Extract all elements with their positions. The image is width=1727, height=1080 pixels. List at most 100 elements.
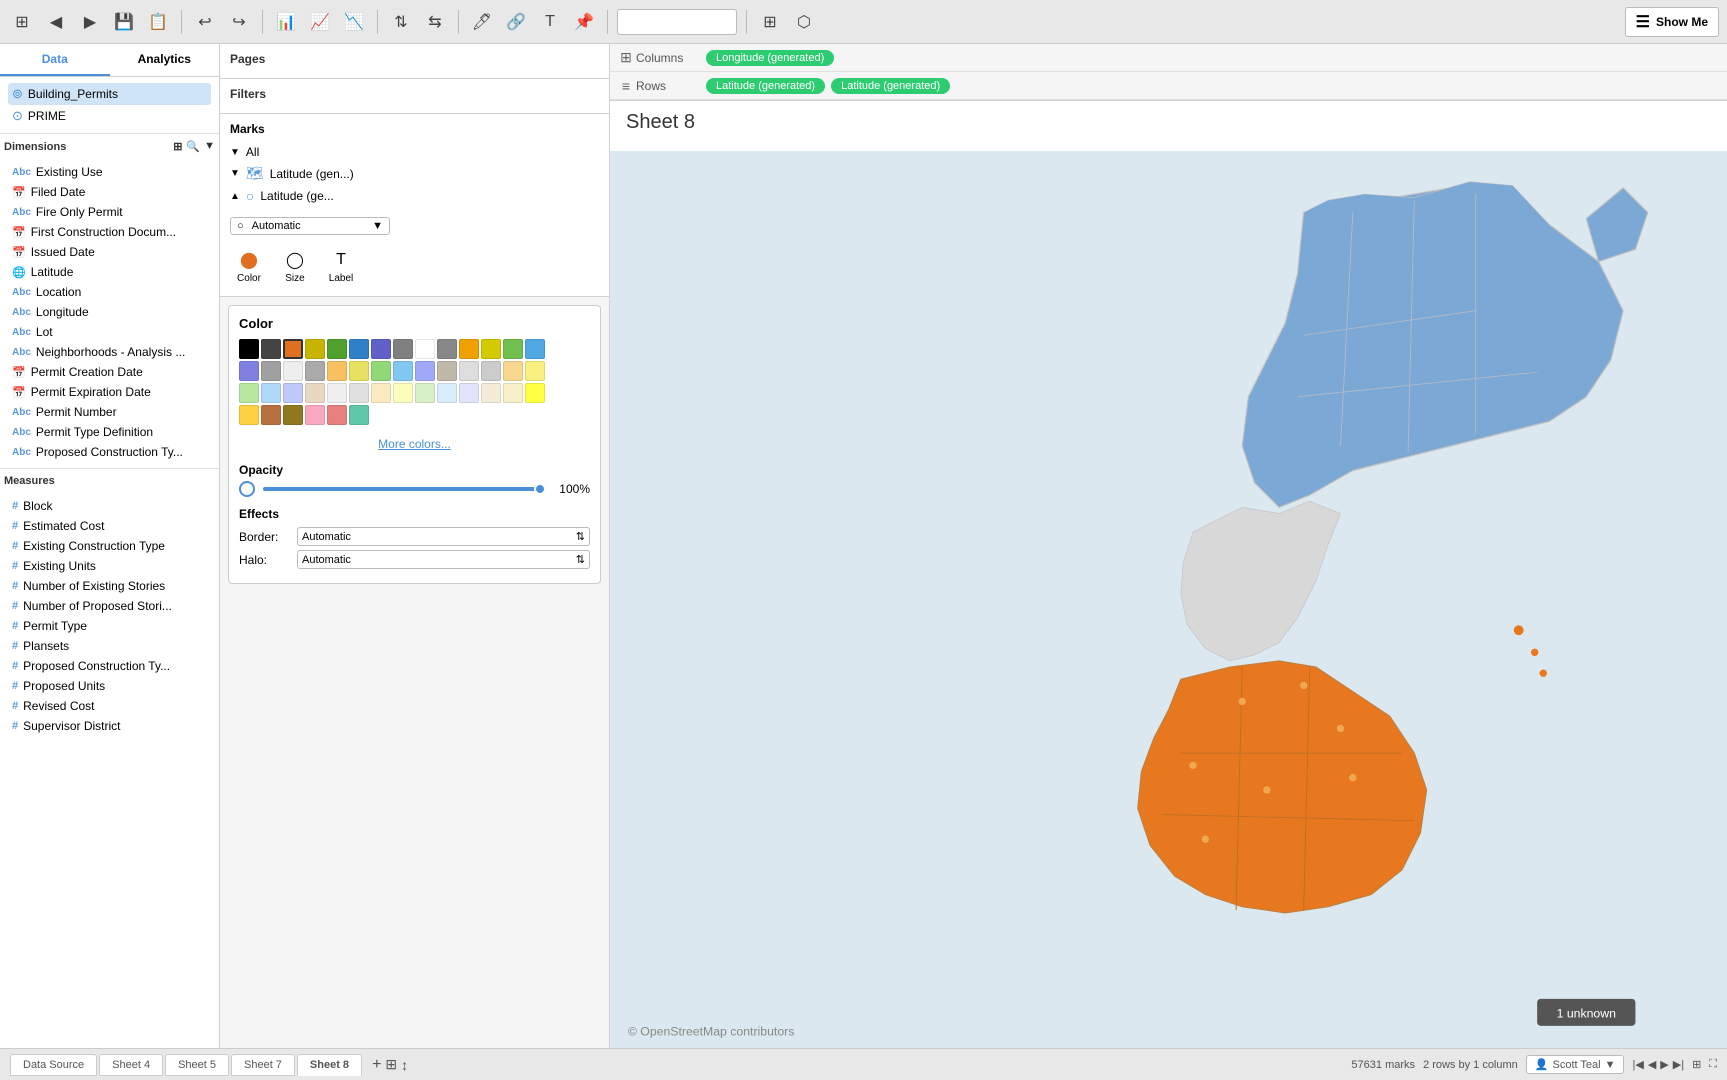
color-swatch-38[interactable] [459, 383, 479, 403]
meas-revised-cost[interactable]: # Revised Cost [8, 696, 211, 716]
color-swatch-12[interactable] [503, 339, 523, 359]
sort-sheet-icon[interactable]: ↕ [401, 1057, 408, 1073]
dim-proposed-construction[interactable]: Abc Proposed Construction Ty... [8, 442, 211, 462]
meas-existing-construction[interactable]: # Existing Construction Type [8, 536, 211, 556]
color-swatch-22[interactable] [415, 361, 435, 381]
share-button[interactable]: ⬡ [790, 8, 818, 36]
color-swatch-21[interactable] [393, 361, 413, 381]
columns-pill-longitude[interactable]: Longitude (generated) [706, 50, 834, 66]
more-colors-button[interactable]: More colors... [239, 433, 590, 455]
fullscreen-icon[interactable]: ⛶ [1709, 1058, 1717, 1071]
color-swatch-33[interactable] [349, 383, 369, 403]
chart-type-button[interactable]: 📉 [340, 8, 368, 36]
add-chart-button[interactable]: 📈 [306, 8, 334, 36]
color-swatch-25[interactable] [481, 361, 501, 381]
nav-last-icon[interactable]: ▶| [1673, 1058, 1684, 1071]
halo-dropdown[interactable]: Automatic ⇅ [297, 550, 590, 569]
dim-permit-number[interactable]: Abc Permit Number [8, 402, 211, 422]
meas-estimated-cost[interactable]: # Estimated Cost [8, 516, 211, 536]
opacity-handle[interactable] [239, 481, 255, 497]
meas-plansets[interactable]: # Plansets [8, 636, 211, 656]
pin-button[interactable]: 📌 [570, 8, 598, 36]
save-button[interactable]: 💾 [110, 8, 138, 36]
dim-permit-expiration-date[interactable]: 📅 Permit Expiration Date [8, 382, 211, 402]
duplicate-sheet-icon[interactable]: ⊞ [385, 1056, 397, 1073]
color-swatch-0[interactable] [239, 339, 259, 359]
meas-supervisor-district[interactable]: # Supervisor District [8, 716, 211, 736]
color-swatch-23[interactable] [437, 361, 457, 381]
color-swatch-20[interactable] [371, 361, 391, 381]
color-swatch-8[interactable] [415, 339, 435, 359]
color-swatch-27[interactable] [525, 361, 545, 381]
search-icon[interactable]: 🔍 [186, 140, 200, 153]
tab-analytics[interactable]: Analytics [110, 44, 220, 76]
meas-permit-type[interactable]: # Permit Type [8, 616, 211, 636]
meas-proposed-units[interactable]: # Proposed Units [8, 676, 211, 696]
color-swatch-36[interactable] [415, 383, 435, 403]
presentation-button[interactable]: ⊞ [756, 8, 784, 36]
meas-existing-units[interactable]: # Existing Units [8, 556, 211, 576]
meas-block[interactable]: # Block [8, 496, 211, 516]
color-swatch-3[interactable] [305, 339, 325, 359]
color-swatch-7[interactable] [393, 339, 413, 359]
marks-lat-gen-row[interactable]: ▼ 🗺 Latitude (gen...) [230, 162, 599, 185]
color-swatch-5[interactable] [349, 339, 369, 359]
color-swatch-39[interactable] [481, 383, 501, 403]
nav-first-icon[interactable]: |◀ [1632, 1058, 1643, 1071]
marks-lat-ge-row[interactable]: ▲ ○ Latitude (ge... [230, 185, 599, 207]
color-swatch-42[interactable] [239, 405, 259, 425]
color-swatch-28[interactable] [239, 383, 259, 403]
color-swatch-18[interactable] [327, 361, 347, 381]
show-me-button[interactable]: ☰ Show Me [1625, 7, 1719, 37]
swap-rows-button[interactable]: ⇅ [387, 8, 415, 36]
dim-longitude[interactable]: Abc Longitude [8, 302, 211, 322]
highlight-button[interactable]: 🖊 [468, 8, 496, 36]
color-swatch-4[interactable] [327, 339, 347, 359]
opacity-slider[interactable] [263, 487, 546, 491]
color-button[interactable]: ⬤ Color [230, 245, 268, 288]
border-dropdown[interactable]: Automatic ⇅ [297, 527, 590, 546]
dim-latitude[interactable]: 🌐 Latitude [8, 262, 211, 282]
dim-existing-use[interactable]: Abc Existing Use [8, 162, 211, 182]
color-swatch-34[interactable] [371, 383, 391, 403]
color-swatch-6[interactable] [371, 339, 391, 359]
redo-button[interactable]: ↪ [225, 8, 253, 36]
dim-issued-date[interactable]: 📅 Issued Date [8, 242, 211, 262]
forward-button[interactable]: ▶ [76, 8, 104, 36]
group-button[interactable]: 🔗 [502, 8, 530, 36]
opacity-thumb[interactable] [534, 483, 546, 495]
meas-num-proposed-stories[interactable]: # Number of Proposed Stori... [8, 596, 211, 616]
tab-sheet7[interactable]: Sheet 7 [231, 1054, 295, 1076]
label-button[interactable]: T [536, 8, 564, 36]
grid-icon[interactable]: ⊞ [173, 140, 182, 153]
dim-fire-only-permit[interactable]: Abc Fire Only Permit [8, 202, 211, 222]
color-swatch-2[interactable] [283, 339, 303, 359]
dim-filed-date[interactable]: 📅 Filed Date [8, 182, 211, 202]
color-swatch-9[interactable] [437, 339, 457, 359]
rows-pill-lat-1[interactable]: Latitude (generated) [706, 78, 825, 94]
color-swatch-14[interactable] [239, 361, 259, 381]
color-swatch-44[interactable] [283, 405, 303, 425]
color-swatch-15[interactable] [261, 361, 281, 381]
color-swatch-29[interactable] [261, 383, 281, 403]
rows-pill-lat-2[interactable]: Latitude (generated) [831, 78, 950, 94]
home-icon[interactable]: ⊞ [8, 8, 36, 36]
color-swatch-47[interactable] [349, 405, 369, 425]
datasource-prime[interactable]: ⊙ PRIME [8, 105, 211, 127]
meas-num-existing-stories[interactable]: # Number of Existing Stories [8, 576, 211, 596]
tab-data-source[interactable]: Data Source [10, 1054, 97, 1076]
color-swatch-46[interactable] [327, 405, 347, 425]
color-swatch-26[interactable] [503, 361, 523, 381]
color-swatch-17[interactable] [305, 361, 325, 381]
add-sheet-icon[interactable]: + [372, 1056, 381, 1074]
color-swatch-37[interactable] [437, 383, 457, 403]
fit-icon[interactable]: ⊞ [1692, 1058, 1701, 1071]
swap-cols-button[interactable]: ⇆ [421, 8, 449, 36]
user-button[interactable]: 👤 Scott Teal ▼ [1526, 1055, 1625, 1074]
color-swatch-13[interactable] [525, 339, 545, 359]
dim-permit-creation-date[interactable]: 📅 Permit Creation Date [8, 362, 211, 382]
undo-button[interactable]: ↩ [191, 8, 219, 36]
color-swatch-19[interactable] [349, 361, 369, 381]
meas-proposed-construction[interactable]: # Proposed Construction Ty... [8, 656, 211, 676]
color-swatch-32[interactable] [327, 383, 347, 403]
